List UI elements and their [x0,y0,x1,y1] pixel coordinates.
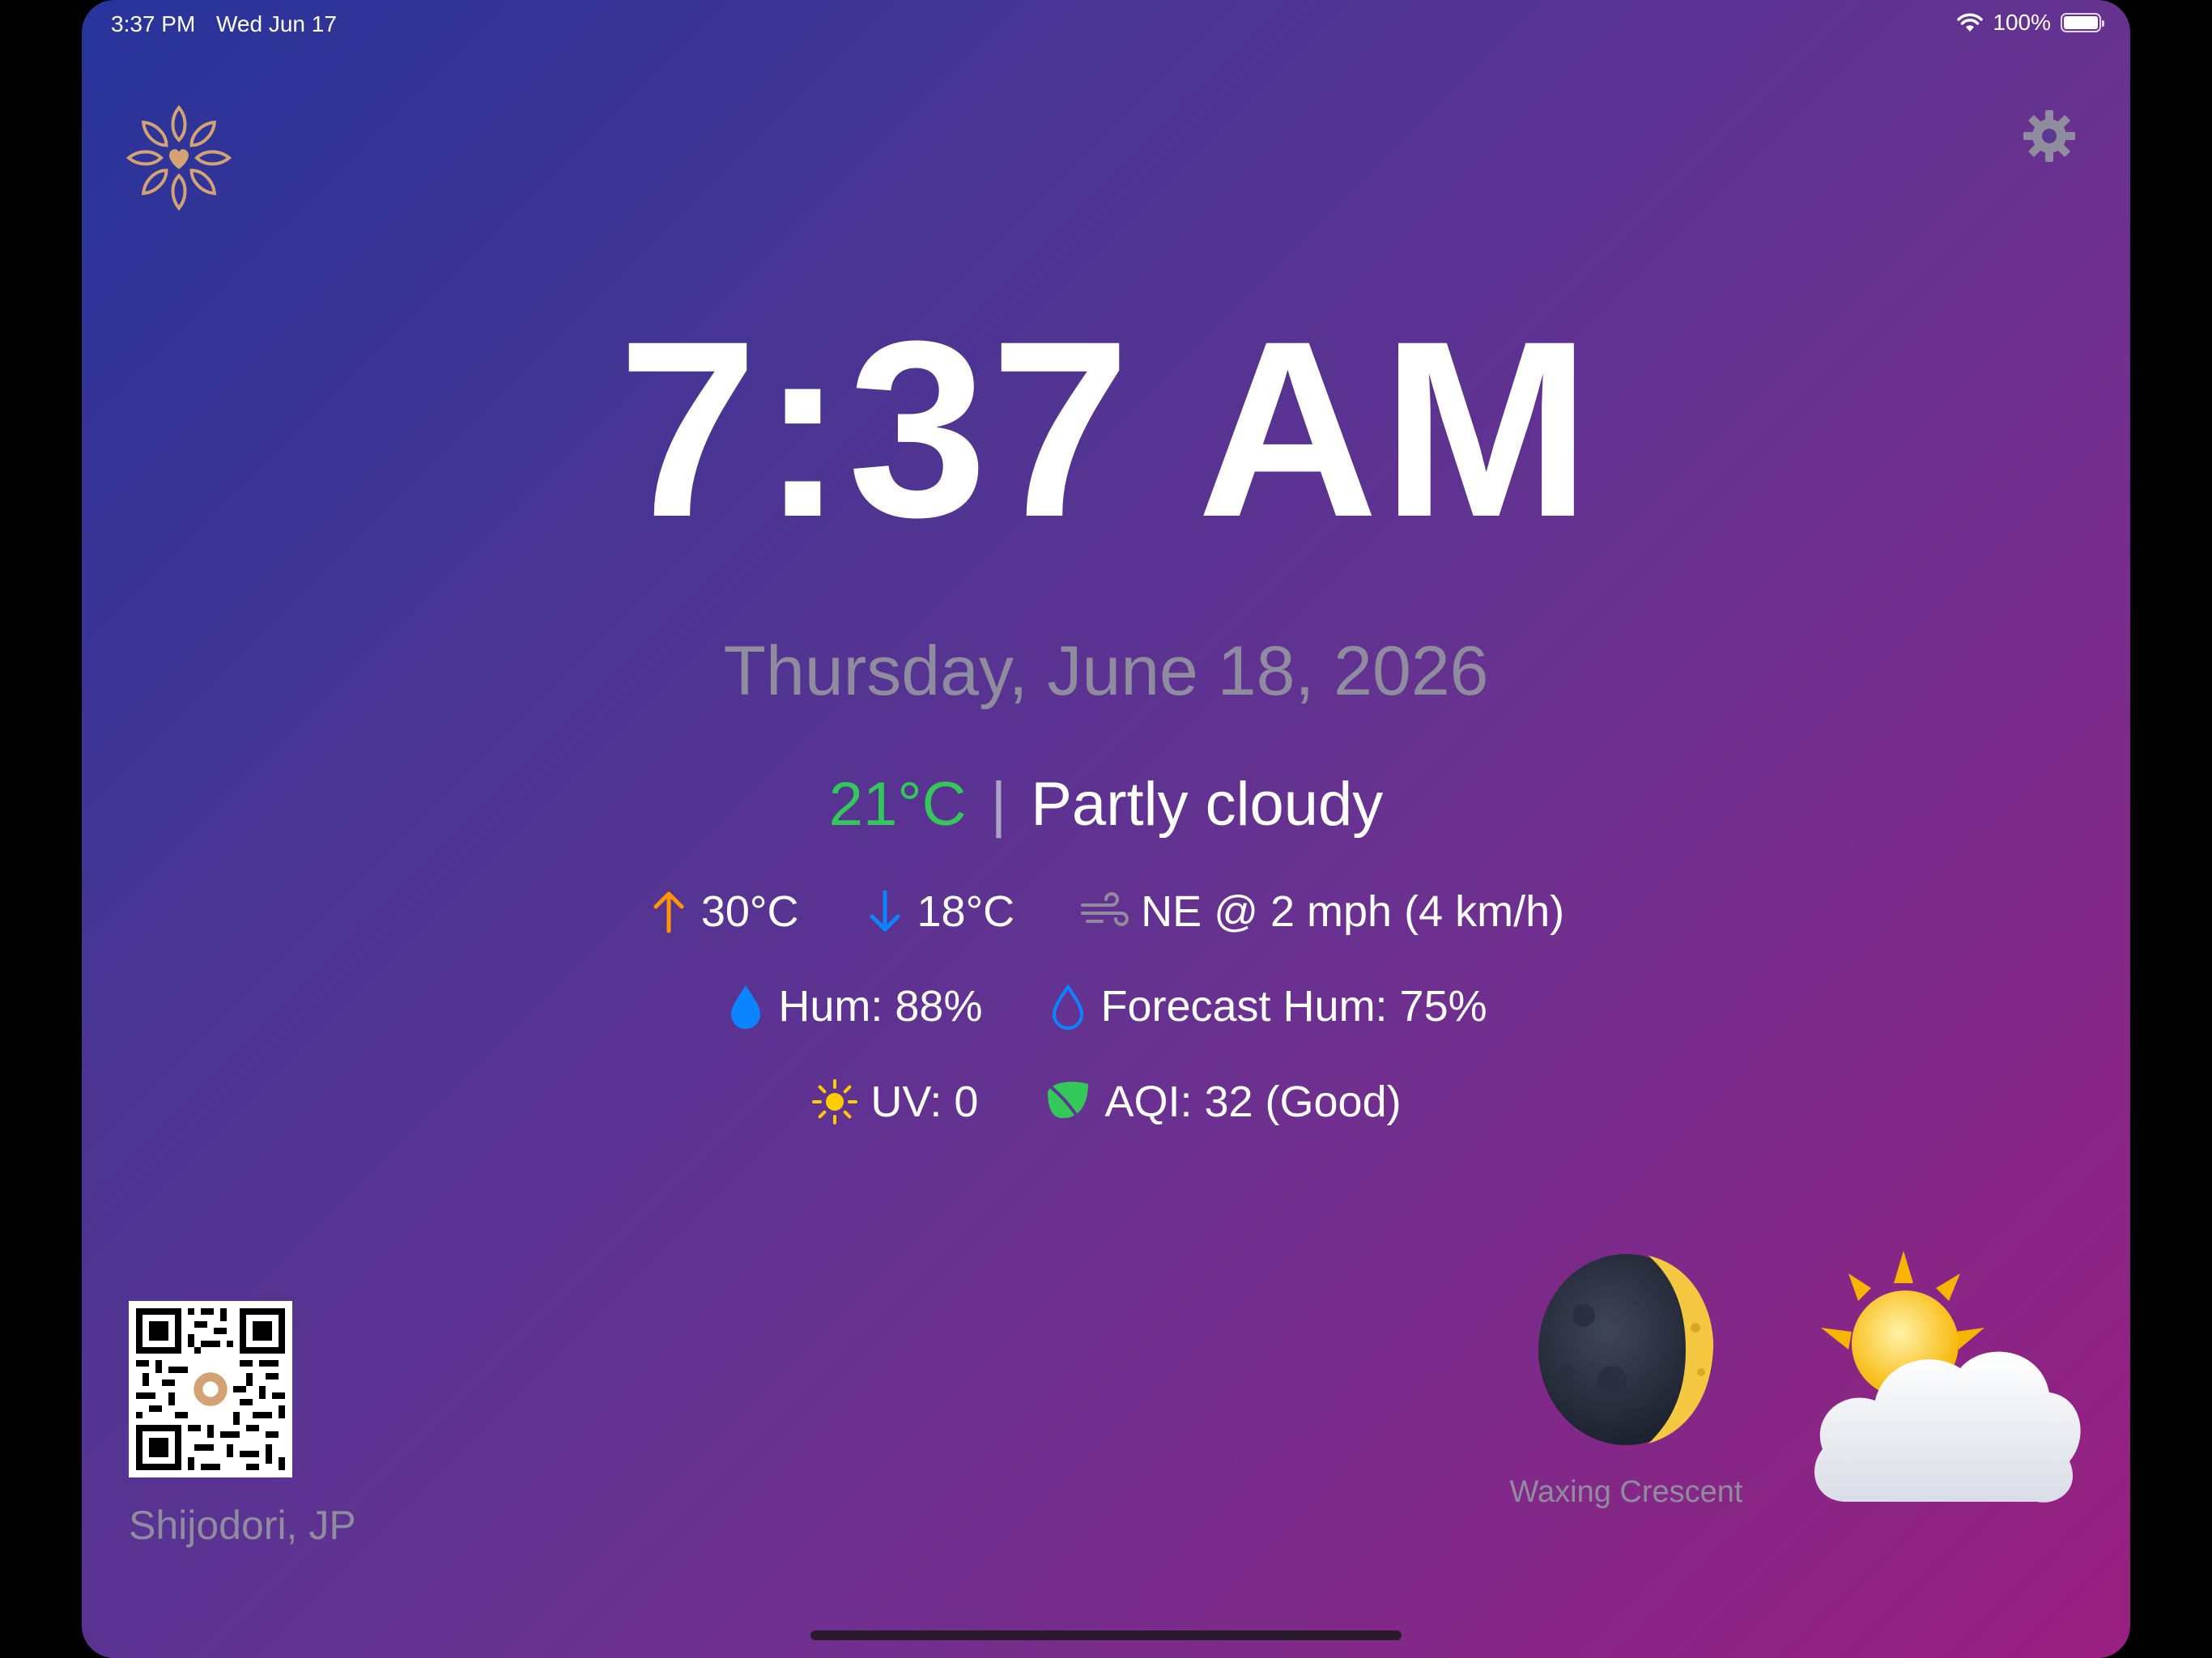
status-date: Wed Jun 17 [216,11,337,36]
water-drop-outline-icon [1053,984,1084,1030]
battery-icon [2061,13,2104,32]
leaf-icon [1048,1082,1089,1123]
status-right: 100% [1957,10,2104,36]
aqi-item: AQI: 32 (Good) [1043,1077,1402,1127]
aqi: AQI: 32 (Good) [1104,1078,1402,1126]
mandala-heart-logo[interactable] [126,101,232,215]
humidity-row: Hum: 88% Forecast Hum: 75% [82,981,2130,1031]
uv-item: UV: 0 [810,1077,978,1127]
uv-index: UV: 0 [870,1078,979,1126]
sun-behind-cloud-icon [1814,1251,2081,1503]
moon-phase-label: Waxing Crescent [1509,1475,1743,1509]
battery-percent: 100% [1993,10,2051,35]
battery-fill [2064,16,2098,29]
screen: 3:37 PM Wed Jun 17 100% 7:37 AM Thursday… [82,0,2130,1658]
qr-code[interactable] [129,1301,292,1477]
arrow-down-icon [870,890,900,932]
location-label: Shijodori, JP [129,1503,356,1548]
qr-code-graphic [136,1308,285,1470]
weather-condition: Partly cloudy [1031,770,1384,839]
high-temp-item: 30°C [648,886,799,937]
clock-time: 7:37 AM [618,288,1594,569]
low-temp-item: 18°C [864,886,1015,937]
separator: | [990,770,1007,839]
home-indicator[interactable] [810,1630,1402,1640]
current-temperature: 21°C [828,770,967,839]
status-bar: 3:37 PM Wed Jun 17 100% [82,0,2130,49]
wifi-icon [1957,13,1984,32]
wind-item: NE @ 2 mph (4 km/h) [1079,886,1564,937]
arrow-up-icon [653,891,684,933]
temperature-wind-row: 30°C 18°C NE @ 2 mph (4 km/h) [82,886,2130,937]
forecast-humidity-item: Forecast Hum: 75% [1047,981,1487,1031]
low-temp: 18°C [917,887,1015,936]
water-drop-filled-icon [731,985,761,1029]
current-weather: 21°C | Partly cloudy [82,769,2130,840]
forecast-humidity: Forecast Hum: 75% [1100,982,1487,1031]
status-time: 3:37 PM [111,11,196,36]
humidity: Hum: 88% [778,982,983,1031]
waxing-crescent-moon-icon [1538,1254,1714,1445]
wind-icon [1081,892,1129,926]
clock-date: Thursday, June 18, 2026 [723,632,1489,710]
wind: NE @ 2 mph (4 km/h) [1141,887,1565,936]
high-temp: 30°C [700,887,799,936]
sun-icon [812,1079,858,1124]
humidity-item: Hum: 88% [725,981,982,1031]
gear-icon[interactable] [2020,107,2078,165]
uv-aqi-row: UV: 0 AQI: 32 (Good) [82,1077,2130,1127]
